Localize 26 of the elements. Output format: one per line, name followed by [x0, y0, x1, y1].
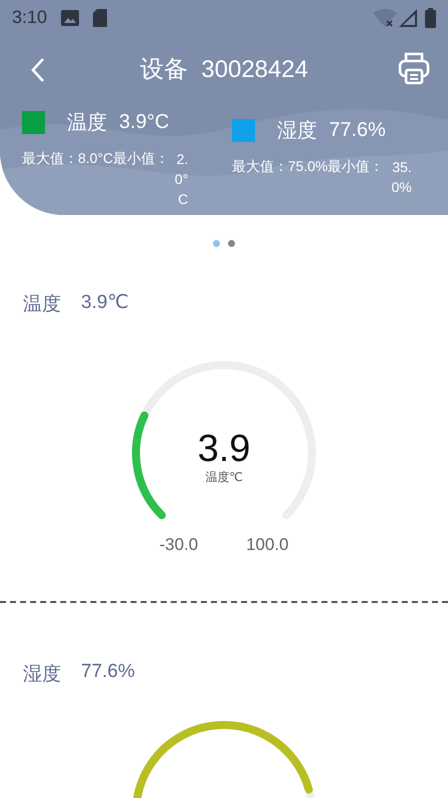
- legend-name: 湿度: [277, 119, 317, 144]
- section-label: 湿度: [23, 663, 61, 687]
- page-dot[interactable]: [228, 240, 235, 247]
- legend-name: 温度: [67, 111, 107, 136]
- min-value: 35.0%: [390, 158, 412, 197]
- gauge-max-label: 100.0: [246, 535, 289, 555]
- page-dot[interactable]: [213, 240, 220, 247]
- min-value: 2.0°C: [174, 150, 188, 209]
- section-label: 温度: [23, 293, 61, 317]
- wifi-off-icon: [373, 8, 397, 26]
- section-value: 3.9℃: [81, 291, 129, 315]
- gauge-reading: 3.9: [198, 429, 250, 469]
- gauge-unit: 温度℃: [205, 469, 243, 486]
- image-icon: [61, 10, 80, 26]
- printer-button[interactable]: [398, 51, 430, 85]
- legend-value: 3.9°C: [119, 111, 170, 134]
- gauge-min-label: -30.0: [159, 535, 198, 555]
- section-value: 77.6%: [81, 661, 135, 684]
- page-title: 设备 30028424: [140, 55, 308, 85]
- status-time: 3:10: [12, 7, 48, 28]
- battery-icon: [425, 8, 436, 28]
- legend-value: 77.6%: [329, 119, 386, 142]
- signal-icon: [399, 8, 417, 26]
- sd-card-icon: [93, 8, 108, 26]
- max-min-label: 最大值：8.0°C最小值：: [22, 150, 170, 168]
- max-min-label: 最大值：75.0%最小值：: [232, 158, 384, 176]
